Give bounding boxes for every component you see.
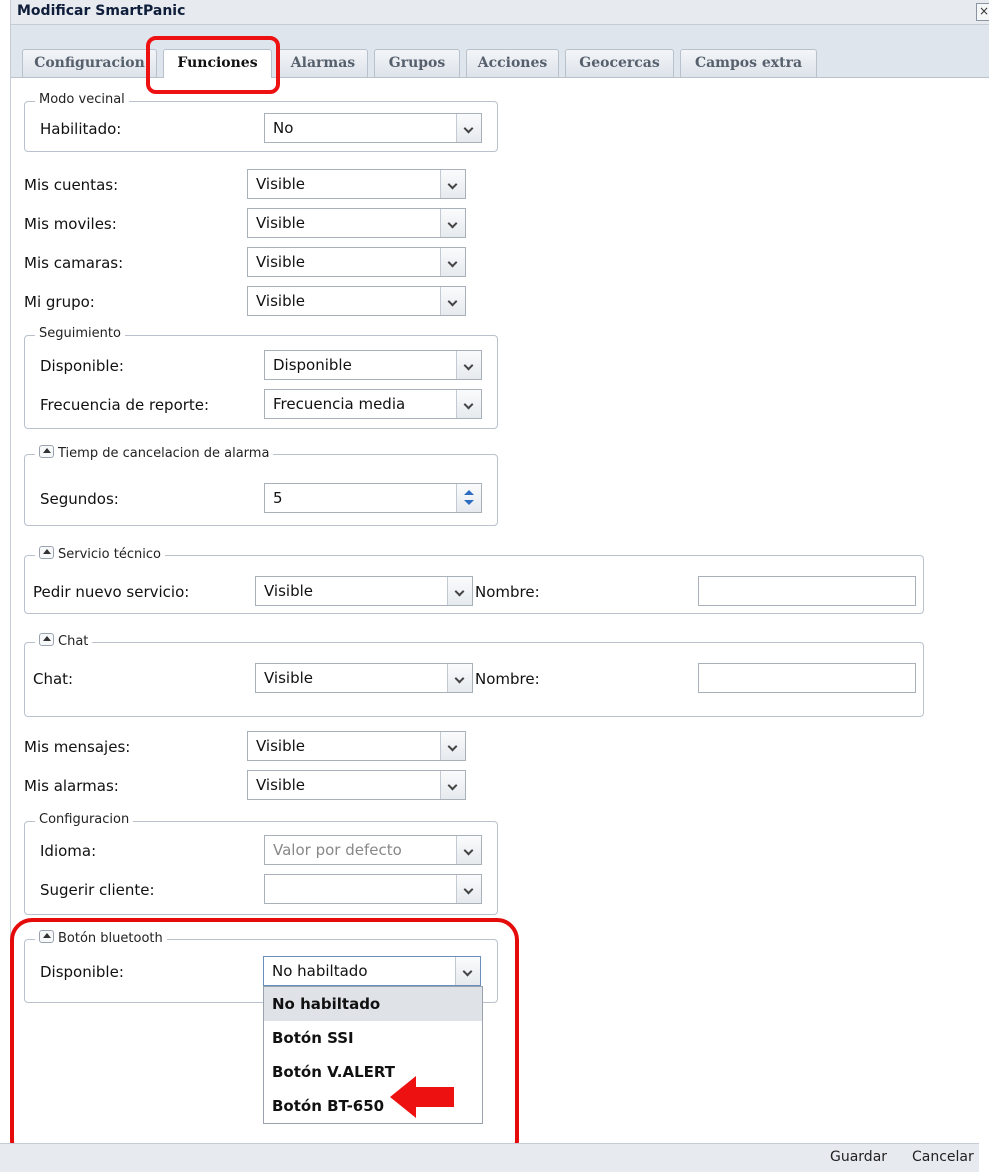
pedir-servicio-value: Visible: [264, 582, 313, 600]
frecuencia-label: Frecuencia de reporte:: [40, 396, 210, 414]
collapse-icon[interactable]: [39, 633, 54, 646]
guardar-button[interactable]: Guardar: [830, 1149, 887, 1165]
mis-cuentas-label: Mis cuentas:: [24, 176, 119, 194]
spinner-buttons[interactable]: [456, 484, 481, 512]
mis-camaras-value: Visible: [256, 253, 305, 271]
segundos-value: 5: [273, 489, 283, 507]
chat-nombre-input[interactable]: [698, 663, 916, 693]
chevron-down-icon[interactable]: [440, 209, 465, 237]
legend-chat: Chat: [35, 633, 93, 649]
chat-select[interactable]: Visible: [255, 663, 473, 693]
chevron-down-icon[interactable]: [456, 390, 481, 418]
close-icon[interactable]: ×: [976, 3, 989, 21]
tab-highlight-annotation: [146, 36, 280, 94]
legend-modo-vecinal: Modo vecinal: [35, 92, 129, 107]
tab-geocercas[interactable]: Geocercas: [565, 49, 674, 77]
servicio-nombre-input[interactable]: [698, 576, 916, 606]
servicio-nombre-label: Nombre:: [475, 583, 540, 601]
legend-seguimiento: Seguimiento: [35, 326, 125, 341]
mis-moviles-value: Visible: [256, 214, 305, 232]
chevron-down-icon[interactable]: [440, 771, 465, 799]
cancelar-button[interactable]: Cancelar: [912, 1149, 974, 1165]
legend-cancelacion-text: Tiemp de cancelacion de alarma: [58, 446, 270, 461]
frecuencia-select[interactable]: Frecuencia media: [264, 389, 482, 419]
frecuencia-value: Frecuencia media: [273, 395, 406, 413]
mis-mensajes-select[interactable]: Visible: [247, 731, 466, 761]
habilitado-label: Habilitado:: [40, 120, 122, 138]
mis-alarmas-label: Mis alarmas:: [24, 777, 119, 795]
spinner-up-icon[interactable]: [464, 490, 474, 495]
seguimiento-disponible-label: Disponible:: [40, 357, 124, 375]
habilitado-select[interactable]: No: [264, 113, 482, 143]
tab-alarmas[interactable]: Alarmas: [278, 49, 368, 77]
chevron-down-icon[interactable]: [456, 351, 481, 379]
tab-configuracion[interactable]: Configuracion: [22, 49, 157, 77]
idioma-select[interactable]: Valor por defecto: [264, 835, 482, 865]
legend-cancelacion: Tiemp de cancelacion de alarma: [35, 445, 274, 461]
chevron-down-icon[interactable]: [456, 836, 481, 864]
idioma-placeholder: Valor por defecto: [273, 841, 402, 859]
legend-servicio-tecnico-text: Servicio técnico: [58, 547, 161, 562]
bluetooth-highlight-annotation: [10, 918, 519, 1162]
chevron-down-icon[interactable]: [447, 577, 472, 605]
chevron-down-icon[interactable]: [456, 114, 481, 142]
pedir-servicio-label: Pedir nuevo servicio:: [33, 583, 190, 601]
habilitado-value: No: [273, 119, 294, 137]
mis-cuentas-select[interactable]: Visible: [247, 169, 466, 199]
spinner-down-icon[interactable]: [464, 500, 474, 505]
pedir-servicio-select[interactable]: Visible: [255, 576, 473, 606]
chat-value: Visible: [264, 669, 313, 687]
chat-label: Chat:: [33, 670, 74, 688]
mi-grupo-select[interactable]: Visible: [247, 286, 466, 316]
seguimiento-disponible-select[interactable]: Disponible: [264, 350, 482, 380]
chevron-down-icon[interactable]: [440, 248, 465, 276]
sugerir-cliente-select[interactable]: [264, 874, 482, 904]
mi-grupo-value: Visible: [256, 292, 305, 310]
chevron-down-icon[interactable]: [440, 732, 465, 760]
footer-bar: Guardar Cancelar: [0, 1143, 979, 1172]
collapse-icon[interactable]: [39, 546, 54, 559]
mis-moviles-label: Mis moviles:: [24, 215, 117, 233]
collapse-icon[interactable]: [39, 445, 54, 458]
idioma-label: Idioma:: [40, 842, 97, 860]
mis-moviles-select[interactable]: Visible: [247, 208, 466, 238]
mis-cuentas-value: Visible: [256, 175, 305, 193]
mis-camaras-label: Mis camaras:: [24, 254, 124, 272]
seguimiento-disponible-value: Disponible: [273, 356, 352, 374]
mis-mensajes-label: Mis mensajes:: [24, 738, 131, 756]
title-bar: Modificar SmartPanic ×: [11, 0, 989, 25]
legend-servicio-tecnico: Servicio técnico: [35, 546, 165, 562]
legend-configuracion: Configuracion: [35, 812, 134, 827]
chevron-down-icon[interactable]: [447, 664, 472, 692]
mis-mensajes-value: Visible: [256, 737, 305, 755]
tab-campos-extra[interactable]: Campos extra: [680, 49, 817, 77]
mis-camaras-select[interactable]: Visible: [247, 247, 466, 277]
chevron-down-icon[interactable]: [456, 875, 481, 903]
mi-grupo-label: Mi grupo:: [24, 293, 95, 311]
segundos-spinner[interactable]: 5: [264, 483, 482, 513]
mis-alarmas-value: Visible: [256, 776, 305, 794]
tab-acciones[interactable]: Acciones: [466, 49, 559, 77]
mis-alarmas-select[interactable]: Visible: [247, 770, 466, 800]
tab-grupos[interactable]: Grupos: [374, 49, 460, 77]
chat-nombre-label: Nombre:: [475, 670, 540, 688]
red-arrow-icon: [390, 1076, 454, 1118]
segundos-label: Segundos:: [40, 490, 119, 508]
window-title: Modificar SmartPanic: [17, 3, 186, 19]
legend-chat-text: Chat: [58, 634, 89, 649]
chevron-down-icon[interactable]: [440, 287, 465, 315]
chevron-down-icon[interactable]: [440, 170, 465, 198]
sugerir-cliente-label: Sugerir cliente:: [40, 881, 155, 899]
